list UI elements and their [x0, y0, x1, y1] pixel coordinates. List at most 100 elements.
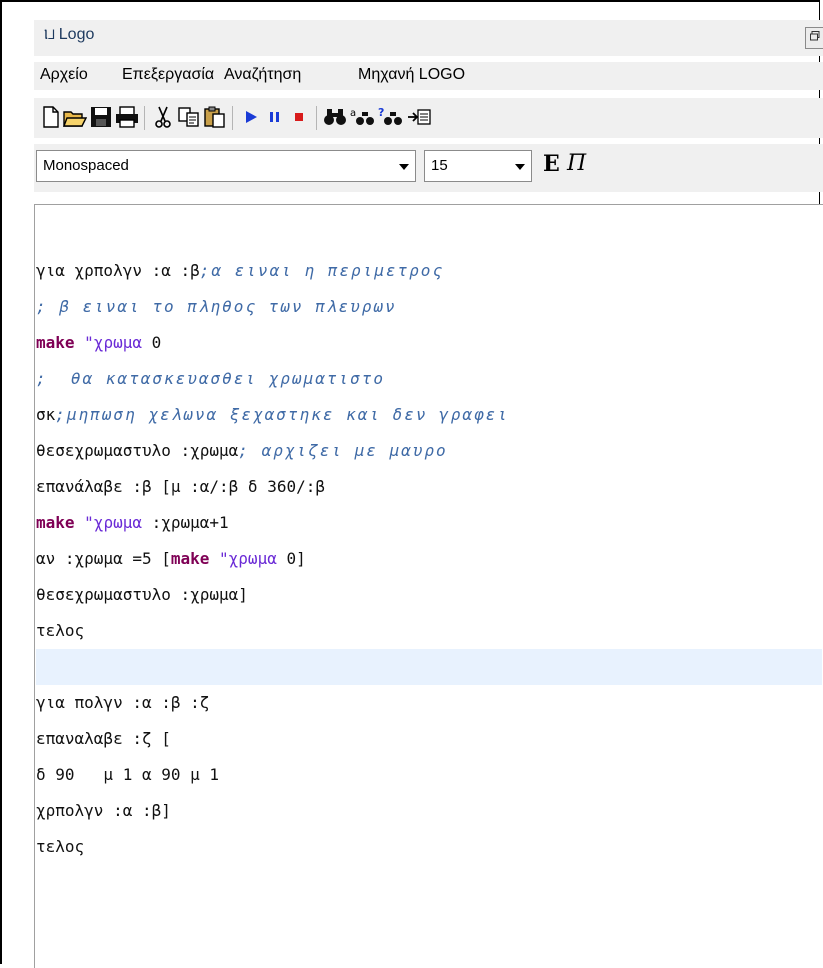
code-line[interactable]: χρπολγν :α :β] [36, 793, 822, 829]
paste-icon [204, 106, 225, 128]
code-text: τελος [36, 837, 85, 856]
save-icon [91, 107, 111, 127]
run-button[interactable] [238, 104, 264, 130]
window-title: Ⲓ⅃ Logo [44, 26, 94, 44]
toolbar-separator [232, 106, 233, 130]
menu-file[interactable]: Αρχείο [40, 66, 88, 84]
menu-search[interactable]: Αναζήτηση [224, 66, 301, 84]
restore-icon [809, 31, 819, 41]
code-line[interactable]: επαναλαβε :ζ [ [36, 721, 822, 757]
svg-text:?: ? [378, 106, 384, 119]
code-text: τελος [36, 621, 85, 640]
code-comment: ; αρχιζει με μαυρο [238, 441, 448, 460]
code-line[interactable]: make "χρωμα :χρωμα+1 [36, 505, 822, 541]
goto-icon [408, 109, 431, 125]
toolbar: a ? [34, 98, 823, 138]
find-button[interactable] [322, 104, 348, 130]
code-word-literal: "χρωμα [84, 333, 142, 352]
code-line[interactable]: αν :χρωμα =5 [make "χρωμα 0] [36, 541, 822, 577]
italic-button[interactable]: Π [567, 151, 586, 176]
code-text: θεσεχρωμαστυλο :χρωμα] [36, 585, 248, 604]
code-line[interactable]: θεσεχρωμαστυλο :χρωμα; αρχιζει με μαυρο [36, 433, 822, 469]
code-text: επαναλαβε :ζ [ [36, 729, 171, 748]
code-comment: ;α ειναι η περιμετρος [199, 261, 445, 280]
code-line[interactable]: σκ;μηπωση χελωνα ξεχαστηκε και δεν γραφε… [36, 397, 822, 433]
goto-button[interactable] [406, 104, 432, 130]
title-bar: Ⲓ⅃ Logo [34, 20, 823, 56]
toolbar-separator [144, 106, 145, 130]
font-size-value: 15 [431, 157, 448, 174]
find-icon [324, 109, 346, 125]
window-restore-button[interactable] [805, 27, 823, 49]
cut-button[interactable] [150, 104, 176, 130]
open-button[interactable] [62, 104, 88, 130]
run-icon [246, 111, 257, 123]
code-text: 0 [141, 333, 162, 352]
save-button[interactable] [88, 104, 114, 130]
pause-icon [270, 112, 279, 122]
code-line[interactable]: ; θα κατασκευασθει χρωματιστο [36, 361, 822, 397]
code-text: 0] [276, 549, 306, 568]
code-word-literal: "χρωμα [219, 549, 277, 568]
code-comment: ; β ειναι το πληθος των πλευρων [36, 297, 397, 316]
menu-edit[interactable]: Επεξεργασία [122, 66, 214, 84]
code-keyword: make [170, 549, 210, 568]
code-keyword: make [36, 333, 75, 352]
code-line[interactable]: make "χρωμα 0 [36, 325, 822, 361]
code-text: σκ [36, 405, 56, 424]
code-text: χρπολγν :α :β] [36, 801, 171, 820]
format-bar: Monospaced 15 E Π [34, 144, 823, 192]
open-folder-icon [63, 111, 87, 127]
code-line[interactable]: τελος [36, 829, 822, 865]
code-line[interactable]: επανάλαβε :β [μ :α/:β δ 360/:β [36, 469, 822, 505]
code-text: :χρωμα+1 [141, 513, 229, 532]
svg-text:a: a [350, 108, 356, 119]
paste-button[interactable] [202, 104, 228, 130]
code-text: θεσεχρωμαστυλο :χρωμα [36, 441, 239, 460]
code-line[interactable]: για πολγν :α :β :ζ [36, 685, 822, 721]
app-logo-icon: Ⲓ⅃ [44, 26, 55, 42]
code-editor[interactable]: για χρπολγν :α :β;α ειναι η περιμετρος ; … [34, 204, 823, 968]
window-title-text: Logo [58, 26, 95, 43]
font-family-select[interactable]: Monospaced [36, 150, 416, 182]
code-line[interactable]: ; β ειναι το πληθος των πλευρων [36, 289, 822, 325]
code-line[interactable]: δ 90 μ 1 α 90 μ 1 [36, 757, 822, 793]
find-replace-icon: a [350, 108, 374, 125]
code-line[interactable] [36, 649, 822, 685]
print-icon [116, 106, 138, 128]
bold-button[interactable]: E [543, 151, 560, 177]
code-text: για πολγν :α :β :ζ [36, 693, 210, 712]
pause-button[interactable] [262, 104, 288, 130]
toolbar-separator [316, 106, 317, 130]
chevron-down-icon [515, 164, 525, 170]
find-help-icon: ? [378, 106, 402, 125]
print-button[interactable] [114, 104, 140, 130]
cut-icon [155, 106, 171, 128]
code-text: για χρπολγν :α :β [36, 261, 200, 280]
code-text: δ 90 μ 1 α 90 μ 1 [36, 765, 220, 784]
code-keyword: make [36, 513, 75, 532]
code-line[interactable]: για χρπολγν :α :β;α ειναι η περιμετρος [36, 253, 822, 289]
copy-button[interactable] [176, 104, 202, 130]
find-replace-button[interactable]: a [350, 104, 376, 130]
code-comment: ; θα κατασκευασθει χρωματιστο [36, 369, 385, 388]
copy-icon [178, 107, 199, 127]
font-family-value: Monospaced [43, 157, 129, 174]
code-comment: ;μηπωση χελωνα ξεχαστηκε και δεν γραφει [55, 405, 509, 424]
code-text: αν :χρωμα =5 [ [36, 549, 171, 568]
menu-logo-engine[interactable]: Μηχανή LOGO [358, 66, 465, 84]
code-line[interactable] [36, 217, 822, 253]
font-size-select[interactable]: 15 [424, 150, 532, 182]
code-line[interactable]: τελος [36, 613, 822, 649]
find-help-button[interactable]: ? [378, 104, 404, 130]
new-file-button[interactable] [38, 104, 64, 130]
new-file-icon [43, 106, 59, 128]
code-line[interactable]: θεσεχρωμαστυλο :χρωμα] [36, 577, 822, 613]
menu-bar: Αρχείο Επεξεργασία Αναζήτηση Μηχανή LOGO [34, 62, 823, 90]
stop-button[interactable] [286, 104, 312, 130]
code-text: επανάλαβε :β [μ :α/:β δ 360/:β [36, 477, 325, 496]
code-word-literal: "χρωμα [84, 513, 142, 532]
